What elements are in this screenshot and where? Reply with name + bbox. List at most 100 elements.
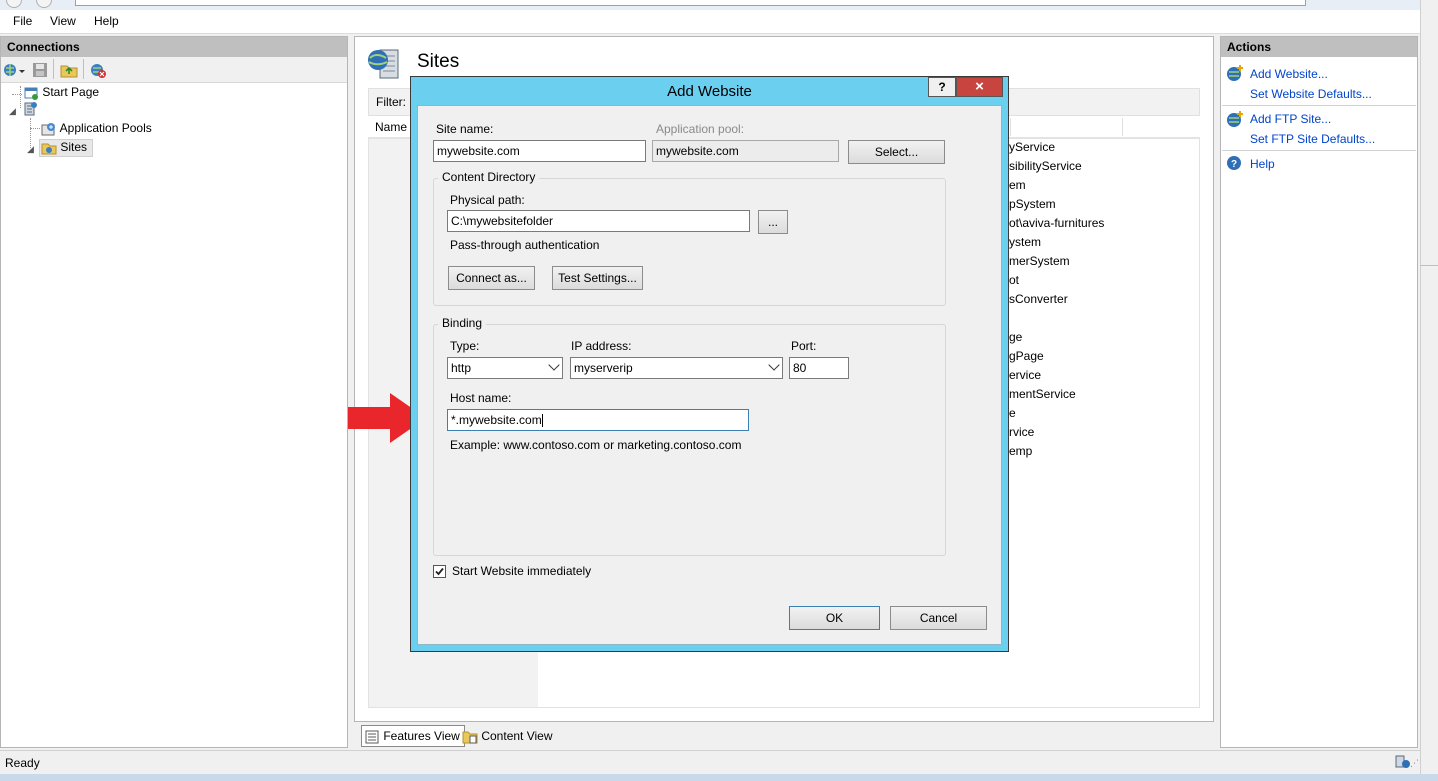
- toolbar-separator: [53, 59, 54, 79]
- site-row-label[interactable]: mentService: [1009, 385, 1104, 404]
- start-website-label: Start Website immediately: [452, 564, 592, 578]
- sites-label: Sites: [60, 140, 88, 155]
- set-ftp-site-defaults-link[interactable]: Set FTP Site Defaults...: [1250, 132, 1375, 146]
- tree-line: [30, 128, 40, 129]
- content-directory-title: Content Directory: [438, 170, 540, 184]
- port-input[interactable]: 80: [789, 357, 849, 379]
- tree-expander[interactable]: ◢: [27, 144, 34, 155]
- server-icon: [22, 101, 38, 117]
- toolbar-separator: [83, 59, 84, 79]
- connect-as-button[interactable]: Connect as...: [448, 266, 535, 290]
- help-icon: ?: [1226, 155, 1242, 174]
- site-row-label[interactable]: [1009, 309, 1104, 328]
- site-row-label[interactable]: ge: [1009, 328, 1104, 347]
- type-label: Type:: [450, 339, 480, 353]
- host-name-input[interactable]: *.mywebsite.com: [447, 409, 749, 431]
- features-view-icon: [364, 729, 380, 745]
- status-text: Ready: [5, 756, 40, 770]
- type-select-value: http: [451, 361, 472, 375]
- type-select[interactable]: http: [447, 357, 563, 379]
- sites-list-column: yService sibilityService em pSystem ot\aviva…: [1009, 138, 1104, 461]
- connections-header: Connections: [1, 37, 347, 57]
- bottom-strip: [0, 774, 1438, 781]
- site-row-label[interactable]: ot\aviva-furnitures: [1009, 214, 1104, 233]
- features-view-tab[interactable]: Features View: [361, 725, 465, 747]
- site-row-label[interactable]: emp: [1009, 442, 1104, 461]
- menu-bar: [0, 10, 1438, 34]
- ip-address-select[interactable]: myserverip: [570, 357, 783, 379]
- binding-title: Binding: [438, 316, 487, 330]
- tree-sites[interactable]: Sites: [39, 139, 94, 157]
- site-row-label[interactable]: em: [1009, 176, 1104, 195]
- disconnect-icon[interactable]: [89, 62, 107, 81]
- address-bar[interactable]: [75, 0, 1306, 6]
- site-name-input[interactable]: mywebsite.com: [433, 140, 646, 162]
- application-pools-icon: [41, 121, 57, 137]
- site-name-label: Site name:: [436, 122, 494, 136]
- filter-label: Filter:: [376, 95, 406, 109]
- features-view-label: Features View: [383, 729, 460, 743]
- text-caret: [541, 414, 543, 428]
- tree-expander[interactable]: ◢: [9, 106, 16, 117]
- actions-divider: [1222, 105, 1416, 106]
- dialog-help-button[interactable]: ?: [928, 77, 956, 97]
- site-row-label[interactable]: rvice: [1009, 423, 1104, 442]
- select-button[interactable]: Select...: [848, 140, 945, 164]
- application-pools-label: Application Pools: [59, 121, 152, 136]
- tree-line: [12, 94, 22, 95]
- add-website-link[interactable]: Add Website...: [1250, 67, 1328, 81]
- actions-header: Actions: [1221, 37, 1417, 57]
- site-row-label[interactable]: yService: [1009, 138, 1104, 157]
- content-view-tab[interactable]: Content View: [462, 726, 553, 748]
- menu-help[interactable]: Help: [94, 14, 119, 28]
- add-website-icon: [1226, 64, 1244, 85]
- site-row-label[interactable]: ot: [1009, 271, 1104, 290]
- sites-folder-icon: [41, 140, 57, 156]
- physical-path-label: Physical path:: [450, 193, 525, 207]
- add-website-dialog: Add Website ? × Site name: mywebsite.com…: [410, 76, 1009, 652]
- menu-file[interactable]: File: [13, 14, 32, 28]
- tree-application-pools[interactable]: Application Pools: [41, 121, 152, 137]
- site-row-label[interactable]: e: [1009, 404, 1104, 423]
- site-row-label[interactable]: sConverter: [1009, 290, 1104, 309]
- name-column-header[interactable]: Name: [375, 120, 407, 134]
- add-ftp-site-icon: [1226, 110, 1244, 131]
- tree-start-page[interactable]: Start Page: [23, 85, 99, 101]
- save-icon[interactable]: [32, 62, 48, 81]
- start-website-checkbox[interactable]: [433, 565, 446, 578]
- cancel-button[interactable]: Cancel: [890, 606, 987, 630]
- ip-address-value: myserverip: [574, 361, 633, 375]
- tree-server-node[interactable]: [22, 101, 38, 117]
- menu-view[interactable]: View: [50, 14, 76, 28]
- host-name-label: Host name:: [450, 391, 512, 405]
- connections-toolbar: [1, 57, 347, 83]
- site-row-label[interactable]: pSystem: [1009, 195, 1104, 214]
- site-row-label[interactable]: sibilityService: [1009, 157, 1104, 176]
- site-row-label[interactable]: merSystem: [1009, 252, 1104, 271]
- ip-address-label: IP address:: [571, 339, 632, 353]
- scrollbar-divider: [1420, 265, 1438, 266]
- checkmark-icon: [435, 567, 444, 576]
- add-ftp-site-link[interactable]: Add FTP Site...: [1250, 112, 1331, 126]
- browse-button[interactable]: ...: [758, 210, 788, 234]
- tree-line: [20, 86, 21, 108]
- content-view-icon: [462, 729, 478, 745]
- page-title: Sites: [417, 51, 460, 72]
- actions-divider: [1222, 150, 1416, 151]
- set-website-defaults-link[interactable]: Set Website Defaults...: [1250, 87, 1372, 101]
- dialog-close-button[interactable]: ×: [956, 77, 1003, 97]
- site-row-label[interactable]: ervice: [1009, 366, 1104, 385]
- ok-button[interactable]: OK: [789, 606, 880, 630]
- up-folder-icon[interactable]: [60, 62, 78, 81]
- host-name-example: Example: www.contoso.com or marketing.co…: [450, 438, 742, 452]
- port-label: Port:: [791, 339, 817, 353]
- dialog-title: Add Website: [667, 83, 752, 100]
- test-settings-button[interactable]: Test Settings...: [552, 266, 643, 290]
- physical-path-input[interactable]: C:\mywebsitefolder: [447, 210, 750, 232]
- help-link[interactable]: Help: [1250, 157, 1275, 171]
- site-row-label[interactable]: gPage: [1009, 347, 1104, 366]
- connect-globe-icon[interactable]: [3, 62, 25, 81]
- site-row-label[interactable]: ystem: [1009, 233, 1104, 252]
- resize-grip-icon[interactable]: ⋰: [1410, 758, 1419, 769]
- window-scrollbar[interactable]: [1420, 0, 1438, 781]
